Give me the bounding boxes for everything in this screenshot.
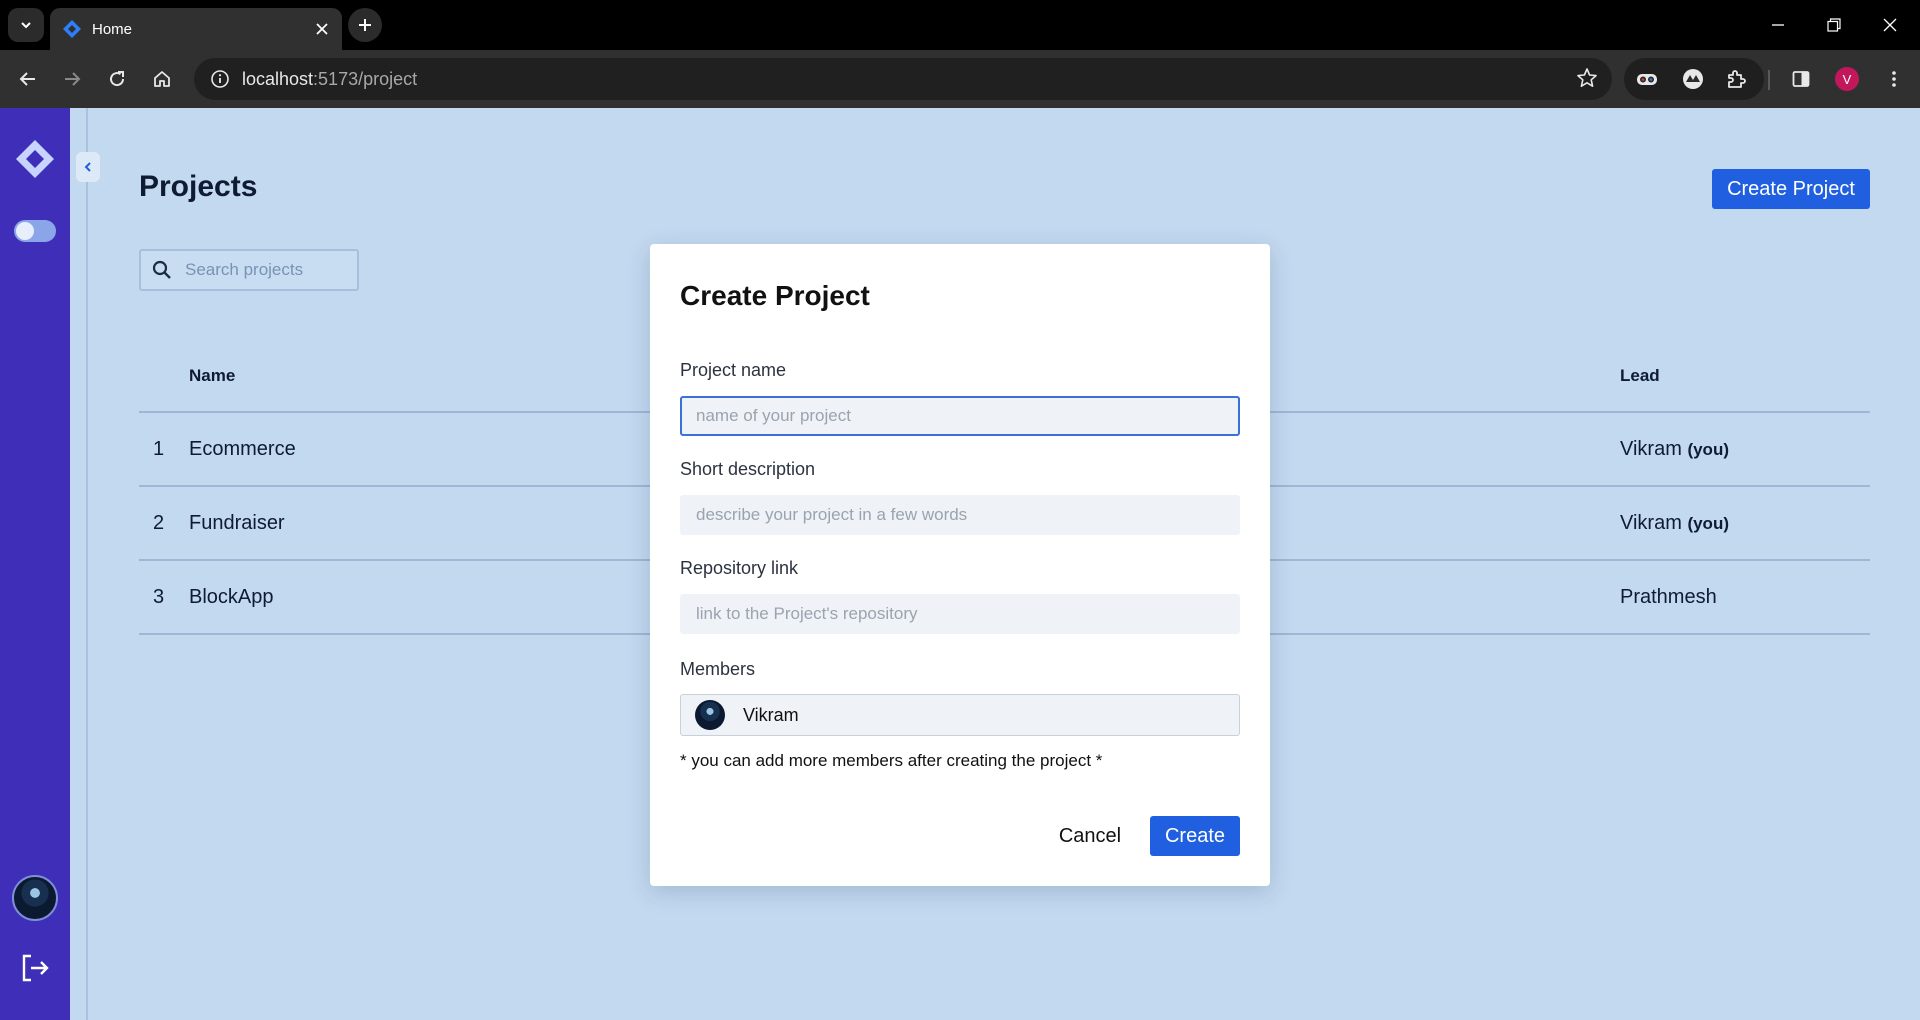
site-info-button[interactable] <box>202 61 238 97</box>
extensions-button[interactable] <box>1724 66 1750 92</box>
url-path: :5173/project <box>313 68 418 89</box>
close-icon <box>1883 18 1897 32</box>
project-name-input[interactable] <box>680 396 1240 436</box>
browser-menu-button[interactable] <box>1876 61 1912 97</box>
app-logo-icon <box>63 20 81 38</box>
create-project-modal: Create Project Project name Short descri… <box>650 244 1270 886</box>
lead-you-tag: (you) <box>1687 514 1729 533</box>
home-icon <box>154 71 170 87</box>
browser-titlebar: Home <box>0 0 1920 50</box>
search-icon <box>152 260 171 279</box>
project-lead: Vikram (you) <box>1620 512 1729 535</box>
modal-title: Create Project <box>680 280 870 311</box>
profile-avatar[interactable]: V <box>1835 67 1859 91</box>
lead-name: Vikram <box>1620 512 1682 534</box>
glasses-icon <box>1637 74 1657 85</box>
address-bar[interactable]: localhost:5173/project <box>194 58 1612 100</box>
reload-icon <box>110 71 125 87</box>
side-panel-button[interactable] <box>1783 61 1819 97</box>
short-description-input[interactable] <box>680 495 1240 535</box>
project-name-label: Project name <box>680 360 787 380</box>
search-projects-input[interactable]: Search projects <box>139 249 359 291</box>
theme-toggle[interactable] <box>14 220 56 242</box>
short-description-label: Short description <box>680 459 816 479</box>
browser-tab-home[interactable]: Home <box>50 8 342 50</box>
url-host: localhost <box>242 68 314 89</box>
lead-name: Prathmesh <box>1620 586 1717 608</box>
row-number: 1 <box>153 438 165 460</box>
toolbar-separator <box>1768 70 1770 90</box>
close-icon <box>316 23 328 35</box>
chevron-down-icon <box>21 22 31 29</box>
tab-search-button[interactable] <box>8 8 44 42</box>
side-panel-icon <box>1792 71 1810 87</box>
info-icon <box>211 70 229 88</box>
search-placeholder: Search projects <box>185 260 304 279</box>
row-number: 3 <box>153 586 165 608</box>
collapse-sidebar-button[interactable] <box>76 152 100 182</box>
reload-button[interactable] <box>99 61 135 97</box>
tab-close-button[interactable] <box>310 17 334 41</box>
project-lead: Prathmesh <box>1620 586 1717 609</box>
row-number: 2 <box>153 512 165 534</box>
home-button[interactable] <box>144 61 180 97</box>
toggle-knob <box>16 222 34 240</box>
restore-button[interactable] <box>1806 0 1862 50</box>
browser-toolbar: localhost:5173/project V <box>0 50 1920 108</box>
extension-glasses-button[interactable] <box>1634 66 1660 92</box>
project-name: Ecommerce <box>189 438 296 460</box>
app-logo-icon[interactable] <box>14 138 56 180</box>
user-avatar[interactable] <box>12 875 58 921</box>
member-avatar <box>695 700 725 730</box>
create-button[interactable]: Create <box>1150 816 1240 856</box>
members-field[interactable]: Vikram <box>680 694 1240 736</box>
new-tab-button[interactable] <box>348 8 382 42</box>
arrow-left-icon <box>19 72 35 86</box>
project-name: Fundraiser <box>189 512 285 534</box>
minimize-icon <box>1772 24 1784 26</box>
forward-button[interactable] <box>54 61 90 97</box>
url-text: localhost:5173/project <box>242 69 417 90</box>
mask-icon <box>1683 69 1703 89</box>
sidebar-rail <box>86 108 88 1020</box>
repository-link-input[interactable] <box>680 594 1240 634</box>
kebab-icon <box>1892 71 1896 87</box>
column-header-name: Name <box>189 366 236 385</box>
puzzle-icon <box>1728 70 1746 88</box>
window-close-button[interactable] <box>1862 0 1918 50</box>
tab-title: Home <box>92 20 133 38</box>
bookmark-button[interactable] <box>1576 67 1598 94</box>
members-label: Members <box>680 659 756 679</box>
members-hint: * you can add more members after creatin… <box>680 751 1103 770</box>
plus-icon <box>359 19 371 31</box>
repository-link-label: Repository link <box>680 558 799 578</box>
arrow-right-icon <box>65 72 81 86</box>
project-name: BlockApp <box>189 586 274 608</box>
cancel-button[interactable]: Cancel <box>1050 816 1130 856</box>
restore-icon <box>1827 18 1841 32</box>
extensions-group <box>1624 58 1764 100</box>
star-icon <box>1577 68 1597 87</box>
minimize-button[interactable] <box>1750 0 1806 50</box>
create-project-button[interactable]: Create Project <box>1712 169 1870 209</box>
chevron-left-icon <box>84 162 91 172</box>
member-name: Vikram <box>743 704 799 725</box>
lead-you-tag: (you) <box>1687 440 1729 459</box>
column-header-lead: Lead <box>1620 366 1660 385</box>
extension-mask-button[interactable] <box>1680 66 1706 92</box>
back-button[interactable] <box>10 61 46 97</box>
app-sidebar <box>0 108 70 1020</box>
project-lead: Vikram (you) <box>1620 438 1729 461</box>
page-title: Projects <box>139 170 258 203</box>
lead-name: Vikram <box>1620 438 1682 460</box>
logout-icon[interactable] <box>18 951 52 985</box>
